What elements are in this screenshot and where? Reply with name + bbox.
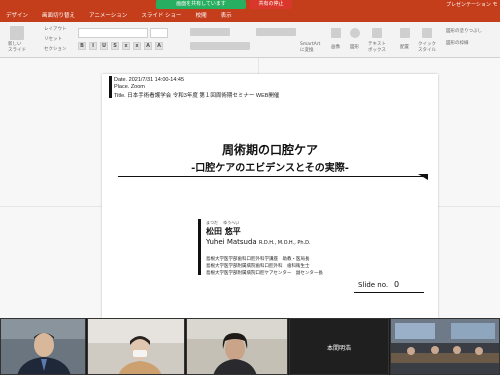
alignment-icon[interactable] [190,42,250,50]
section-button[interactable]: セクション [44,46,67,52]
video-strip: 本間明浩 [0,318,500,375]
slide-date: Date. 2021/7/31 14:00-14:45 [114,77,185,83]
quick-styles-button[interactable]: クイック スタイル [418,42,436,54]
slide-workspace[interactable]: Date. 2021/7/31 14:00-14:45 Place. Zoom … [0,58,500,318]
slide-place: Place. Zoom [114,84,145,90]
new-slide-icon[interactable] [10,26,24,40]
strikethrough-button[interactable]: S [111,42,119,50]
tab-transitions[interactable]: 画面切り替え [42,10,75,22]
reset-button[interactable]: リセット [44,36,62,42]
presenter-credentials: R.D.H., M.O.H., Ph.D. [258,240,311,246]
presenter-roman-text: Yuhei Matsuda [206,238,259,246]
bullets-icon[interactable] [190,28,230,36]
participant-man-image [1,319,85,374]
title-rule-tip [418,174,428,180]
shape-outline-button[interactable]: 図形の枠線 [446,40,469,46]
format-buttons: B I U S x x A A [78,42,163,50]
italic-button[interactable]: I [89,42,97,50]
layout-button[interactable]: レイアウト [44,26,67,32]
presenter-view-button[interactable]: プレゼンテーション モード [446,1,498,16]
arrange-icon[interactable] [400,28,410,38]
bold-button[interactable]: B [78,42,86,50]
presenter-name-roman: Yuhei Matsuda R.D.H., M.O.H., Ph.D. [206,238,311,246]
new-slide-button[interactable]: 新しい スライド [8,42,30,54]
slide-number-label: Slide no. [358,281,389,289]
ribbon-tabs: デザイン 画面切り替え アニメーション スライド ショー 校閲 表示 [0,10,500,22]
participant-name-label: 本間明浩 [326,345,351,352]
font-color-button[interactable]: A [144,42,152,50]
quick-styles-icon[interactable] [422,28,432,38]
smartart-button[interactable]: SmartArt に変換 [300,42,320,54]
slide-number-underline [354,292,424,293]
video-tile-4[interactable]: 本間明浩 [289,318,389,375]
tab-view[interactable]: 表示 [221,10,232,22]
shape-button[interactable]: 図形 [350,44,359,50]
participant-room-image [391,319,499,374]
superscript-button[interactable]: x [133,42,141,50]
participant-woman-mask-image [88,319,184,374]
tab-slideshow[interactable]: スライド ショー [141,10,181,22]
meta-accent-bar [109,76,112,98]
slide-number-value: 0 [394,280,400,289]
screen-sharing-banner: 画面を共有しています [156,0,246,9]
tab-review[interactable]: 校閲 [196,10,207,22]
textbox-icon[interactable] [372,28,382,38]
tab-animations[interactable]: アニメーション [89,10,127,22]
title-rule [118,176,428,177]
picture-icon[interactable] [331,28,341,38]
video-tile-1[interactable] [0,318,86,375]
affiliation-line: 島根大学医学部附属病院口腔ケアセンター 副センター長 [206,271,323,276]
video-tile-3[interactable] [186,318,288,375]
slide-title: 周術期の口腔ケア [221,143,318,157]
font-size-select[interactable] [150,28,168,38]
slide-subtitle: -口腔ケアのエビデンスとその実際- [191,163,349,174]
affiliation-line: 島根大学医学部附属病院歯科口腔外科 歯科衛生士 [206,264,310,269]
presenter-name: 松田 悠平 [206,227,241,236]
font-family-select[interactable] [78,28,148,38]
video-tile-5[interactable] [390,318,500,375]
shape-icon[interactable] [350,28,360,38]
title-bar: 画面を共有しています 共有の停止 プレゼンテーション モード [0,0,500,16]
participant-woman-image [187,319,287,374]
presenter-accent-bar [198,219,201,275]
zoom-powerpoint-window: 画面を共有しています 共有の停止 プレゼンテーション モード デザイン 画面切り… [0,0,500,375]
tab-design[interactable]: デザイン [6,10,28,22]
shape-fill-button[interactable]: 図形の塗りつぶし [446,28,482,34]
text-direction-icon[interactable] [256,28,296,36]
slide-event-title: Title. 日本手術看護学会 令和3年度 第１回周術期セミナー WEB開催 [114,93,280,99]
affiliation-line: 島根大学医学部歯科口腔外科学講座 助教・医局長 [206,257,310,262]
picture-button[interactable]: 画像 [331,44,340,50]
arrange-button[interactable]: 配置 [400,44,409,50]
slide-canvas[interactable]: Date. 2021/7/31 14:00-14:45 Place. Zoom … [102,74,438,318]
ribbon-toolbar: 新しい スライド レイアウト リセット セクション B I U S x x A … [0,22,500,58]
underline-button[interactable]: U [100,42,108,50]
clear-format-button[interactable]: A [155,42,163,50]
textbox-button[interactable]: テキスト ボックス [368,42,386,54]
stop-share-button[interactable]: 共有の停止 [250,0,292,9]
video-tile-2[interactable] [87,318,185,375]
subscript-button[interactable]: x [122,42,130,50]
